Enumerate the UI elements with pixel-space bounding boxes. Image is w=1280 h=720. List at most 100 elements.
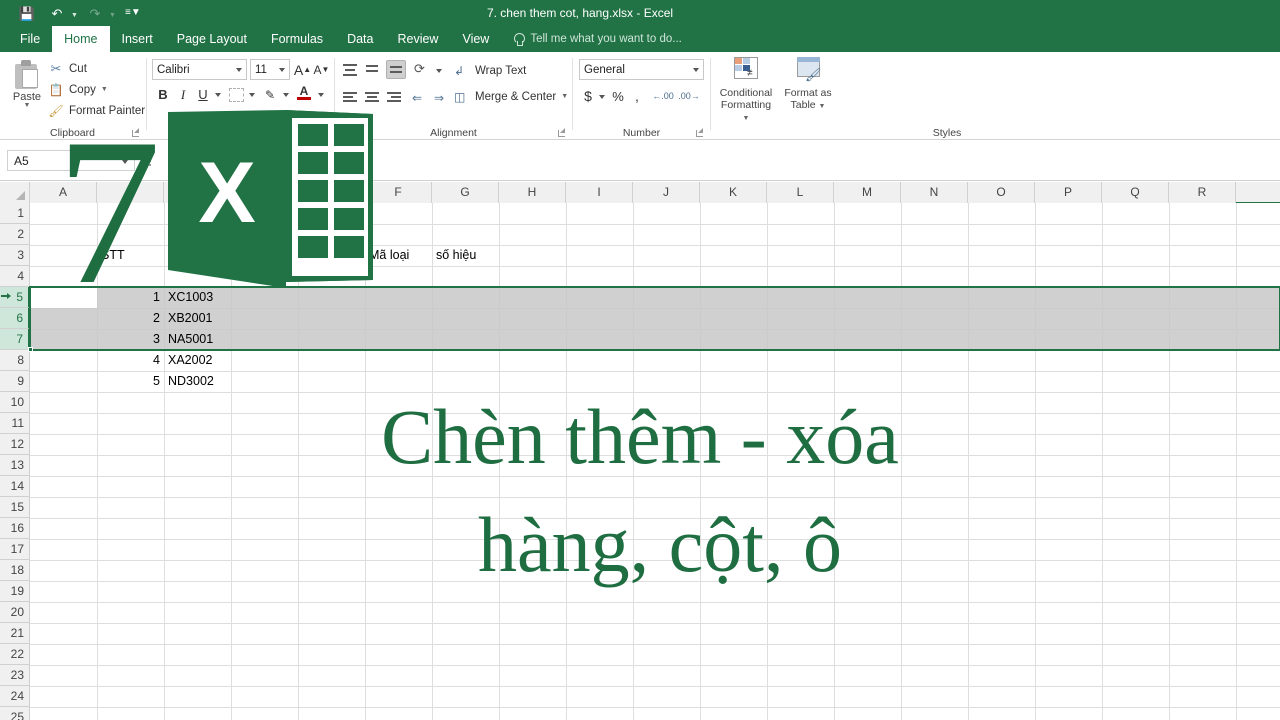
format-as-table-icon: 🖌: [793, 56, 823, 84]
column-header-m[interactable]: M: [834, 182, 901, 203]
currency-dropdown-icon[interactable]: [599, 95, 605, 99]
row-header-8[interactable]: 8: [0, 350, 30, 371]
decrease-indent-button[interactable]: ⇐: [412, 90, 430, 106]
paste-dropdown-icon[interactable]: ▼: [6, 102, 48, 109]
comma-style-button[interactable]: ,: [630, 86, 644, 106]
chevron-down-icon[interactable]: ▼: [743, 115, 750, 122]
paste-button[interactable]: Paste ▼: [6, 58, 48, 109]
row-header-7[interactable]: 7: [0, 329, 30, 350]
font-family-select[interactable]: Calibri: [152, 59, 247, 80]
tab-view[interactable]: View: [450, 26, 501, 52]
align-center-button[interactable]: [364, 90, 382, 106]
borders-dropdown-icon[interactable]: [249, 93, 255, 97]
window-title: 7. chen them cot, hang.xlsx - Excel: [486, 6, 674, 20]
copy-label: Copy: [69, 83, 96, 96]
align-right-button[interactable]: [386, 90, 404, 106]
tab-home[interactable]: Home: [52, 26, 110, 52]
underline-dropdown-icon[interactable]: [215, 93, 221, 97]
fill-handle[interactable]: [28, 347, 33, 352]
fill-color-button[interactable]: ✎: [260, 84, 280, 105]
tab-review[interactable]: Review: [385, 26, 450, 52]
row-header-3[interactable]: 3: [0, 245, 30, 266]
column-header-p[interactable]: P: [1035, 182, 1102, 203]
column-header-j[interactable]: J: [633, 182, 700, 203]
borders-button[interactable]: [226, 84, 246, 105]
row-header-25[interactable]: 25: [0, 707, 30, 720]
alignment-dialog-launcher[interactable]: [558, 128, 567, 137]
row-header-22[interactable]: 22: [0, 644, 30, 665]
column-header-o[interactable]: O: [968, 182, 1035, 203]
row-header-20[interactable]: 20: [0, 602, 30, 623]
row-header-5[interactable]: 5: [0, 287, 30, 308]
merge-dropdown-icon[interactable]: ▼: [561, 93, 568, 100]
percent-style-button[interactable]: %: [610, 86, 626, 106]
wrap-text-button[interactable]: ↲ Wrap Text: [454, 60, 526, 81]
number-format-select[interactable]: General: [579, 59, 704, 80]
column-header-l[interactable]: L: [767, 182, 834, 203]
wrap-text-label: Wrap Text: [475, 64, 527, 77]
column-header-n[interactable]: N: [901, 182, 968, 203]
format-as-table-button[interactable]: 🖌 Format as Table ▼: [778, 56, 838, 113]
column-header-f[interactable]: F: [365, 182, 432, 203]
cell-C6[interactable]: XB2001: [164, 308, 231, 329]
chevron-down-icon[interactable]: ▼: [819, 103, 826, 110]
conditional-formatting-button[interactable]: ≠ Conditional Formatting ▼: [716, 56, 776, 125]
decrease-font-size-button[interactable]: A ▼: [313, 59, 330, 80]
font-color-dropdown-icon[interactable]: [318, 93, 324, 97]
tab-formulas[interactable]: Formulas: [259, 26, 335, 52]
svg-text:X: X: [198, 145, 255, 241]
column-header-h[interactable]: H: [499, 182, 566, 203]
cell-G3[interactable]: số hiệu: [432, 245, 499, 266]
increase-decimal-button[interactable]: ←.00: [652, 86, 674, 106]
cell-C7[interactable]: NA5001: [164, 329, 231, 350]
row-header-21[interactable]: 21: [0, 623, 30, 644]
align-top-button[interactable]: [342, 62, 360, 78]
orientation-button[interactable]: ⟳: [414, 61, 434, 77]
tab-insert[interactable]: Insert: [110, 26, 165, 52]
tab-page-layout[interactable]: Page Layout: [165, 26, 259, 52]
cell-C8[interactable]: XA2002: [164, 350, 231, 371]
chevron-down-icon[interactable]: [693, 68, 699, 72]
decrease-decimal-icon: .00→: [678, 91, 700, 101]
tab-file[interactable]: File: [8, 26, 52, 52]
row-header-6[interactable]: 6: [0, 308, 30, 329]
column-header-k[interactable]: K: [700, 182, 767, 203]
row-header-4[interactable]: 4: [0, 266, 30, 287]
font-size-select[interactable]: 11: [250, 59, 290, 80]
fill-color-dropdown-icon[interactable]: [283, 93, 289, 97]
row-header-23[interactable]: 23: [0, 665, 30, 686]
row-header-24[interactable]: 24: [0, 686, 30, 707]
copy-dropdown-icon[interactable]: ▼: [101, 86, 108, 93]
row-header-1[interactable]: 1: [0, 203, 30, 224]
grid-hline: [30, 623, 1280, 624]
column-header-q[interactable]: Q: [1102, 182, 1169, 203]
column-header-i[interactable]: I: [566, 182, 633, 203]
orientation-dropdown-icon[interactable]: [436, 69, 442, 73]
align-left-button[interactable]: [342, 90, 360, 106]
align-bottom-button[interactable]: [386, 60, 406, 79]
column-header-r[interactable]: R: [1169, 182, 1236, 203]
column-header-g[interactable]: G: [432, 182, 499, 203]
cell-F3[interactable]: Mã loại: [365, 245, 432, 266]
tab-data[interactable]: Data: [335, 26, 385, 52]
row-header-2[interactable]: 2: [0, 224, 30, 245]
decrease-decimal-button[interactable]: .00→: [678, 86, 700, 106]
tell-me-box[interactable]: Tell me what you want to do...: [501, 26, 694, 52]
cell-C5[interactable]: XC1003: [164, 287, 231, 308]
select-all-button[interactable]: [0, 182, 30, 203]
align-middle-button[interactable]: [364, 62, 382, 78]
cut-button[interactable]: ✂ Cut: [48, 58, 145, 79]
number-dialog-launcher[interactable]: [696, 128, 705, 137]
increase-indent-button[interactable]: ⇒: [434, 90, 452, 106]
cell-B8[interactable]: 4: [97, 350, 164, 371]
italic-button[interactable]: I: [174, 84, 192, 105]
chevron-down-icon[interactable]: [279, 68, 285, 72]
underline-button[interactable]: U: [194, 84, 212, 105]
font-color-button[interactable]: A: [294, 82, 314, 103]
merge-center-button[interactable]: ◫ Merge & Center ▼: [454, 86, 568, 107]
video-title-line-1: Chèn thêm - xóa: [381, 393, 899, 480]
chevron-down-icon[interactable]: [236, 68, 242, 72]
increase-font-size-button[interactable]: A ▲: [294, 59, 311, 80]
cell-B7[interactable]: 3: [97, 329, 164, 350]
currency-button[interactable]: $: [580, 86, 596, 106]
